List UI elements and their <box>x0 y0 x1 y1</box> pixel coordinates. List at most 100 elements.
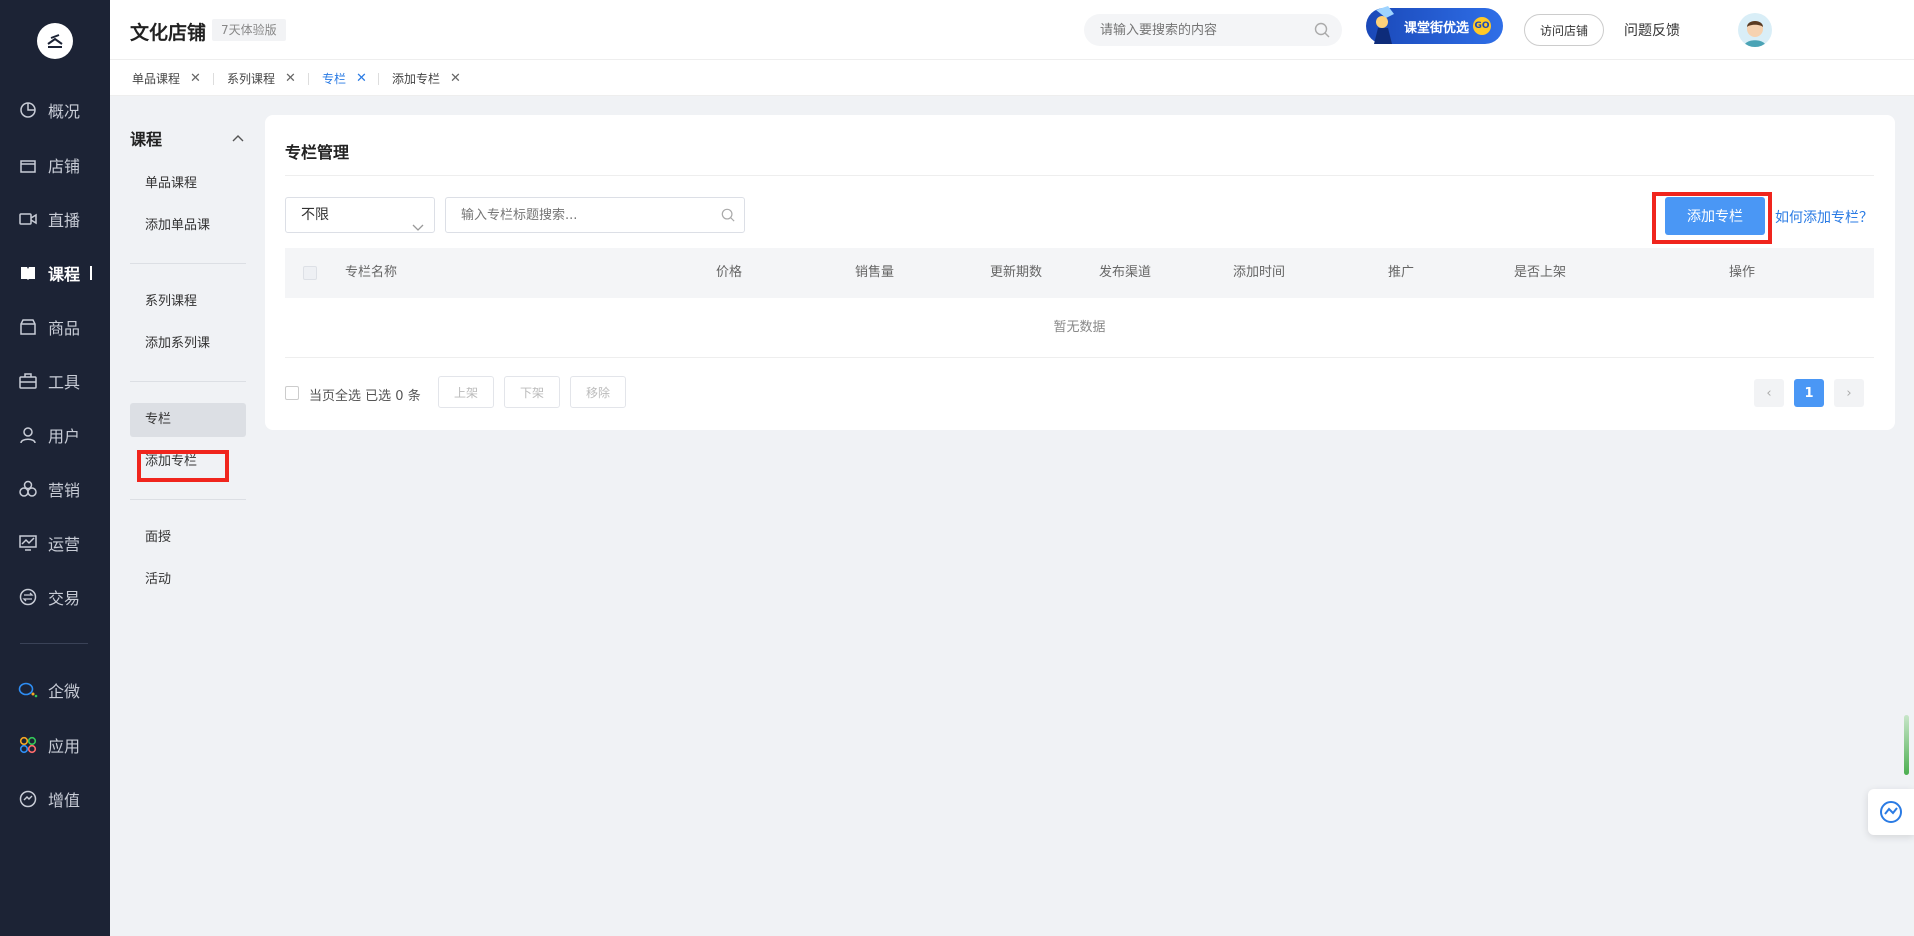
selected-count: 已选 0 条 <box>365 389 421 404</box>
subnav-item-series-course[interactable]: 系列课程 <box>130 285 246 319</box>
nav-item-overview[interactable]: 概况 <box>0 83 110 137</box>
nav-label: 课程 <box>48 265 81 284</box>
customer-service-button[interactable] <box>1868 789 1914 835</box>
toolbox-icon <box>18 371 38 391</box>
column-management-card: 专栏管理 不限 添加专栏 如何添加专栏？ 专栏名称 价格 销售量 更新期数 发布… <box>265 115 1895 430</box>
nav-label: 用户 <box>48 427 81 446</box>
monitor-chart-icon <box>18 533 38 553</box>
remove-button[interactable]: 移除 <box>570 376 626 408</box>
nav-label: 运营 <box>48 535 81 554</box>
nav-label: 交易 <box>48 589 81 608</box>
page-number[interactable]: 1 <box>1794 379 1824 407</box>
nav-label: 营销 <box>48 481 81 500</box>
tab-single-course[interactable]: 单品课程 ✕ <box>132 60 201 96</box>
feedback-link[interactable]: 问题反馈 <box>1624 20 1680 40</box>
search-icon[interactable] <box>1314 22 1330 42</box>
nav-item-trade[interactable]: 交易 <box>0 570 110 624</box>
course-subnav: 课程 单品课程 添加单品课 系列课程 添加系列课 专栏 添加专栏 面授 活动 <box>110 96 255 936</box>
column-header: 销售量 <box>855 265 895 280</box>
nav-item-live[interactable]: 直播 <box>0 192 110 246</box>
tab-label: 系列课程 <box>227 71 276 86</box>
nav-item-operations[interactable]: 运营 <box>0 516 110 570</box>
chevron-up-icon[interactable] <box>232 130 244 146</box>
nav-label: 店铺 <box>48 157 81 176</box>
tab-series-course[interactable]: 系列课程 ✕ <box>227 60 296 96</box>
close-icon[interactable]: ✕ <box>356 71 367 86</box>
logo-icon <box>47 34 63 48</box>
close-icon[interactable]: ✕ <box>450 71 461 86</box>
column-header: 推广 <box>1388 265 1415 280</box>
nav-divider <box>20 643 88 644</box>
open-tabs: 单品课程 ✕ 系列课程 ✕ 专栏 ✕ 添加专栏 ✕ <box>110 60 1914 96</box>
video-camera-icon <box>18 209 38 229</box>
subnav-item-add-single-course[interactable]: 添加单品课 <box>130 209 246 243</box>
subnav-item-activity[interactable]: 活动 <box>130 563 246 597</box>
tab-add-column[interactable]: 添加专栏 ✕ <box>392 60 461 96</box>
subnav-item-offline[interactable]: 面授 <box>130 521 246 555</box>
promo-banner[interactable]: 课堂街优选 GO <box>1366 6 1503 44</box>
close-icon[interactable]: ✕ <box>285 71 296 86</box>
column-search-input[interactable] <box>446 198 706 232</box>
avatar[interactable] <box>1738 13 1772 47</box>
nav-item-users[interactable]: 用户 <box>0 408 110 462</box>
tab-label: 添加专栏 <box>392 71 441 86</box>
trial-badge: 7天体验版 <box>212 19 286 41</box>
search-icon[interactable] <box>721 208 735 226</box>
tab-divider <box>308 73 309 85</box>
nav-label: 增值 <box>48 791 81 810</box>
subnav-item-column[interactable]: 专栏 <box>130 403 246 437</box>
nav-item-value-added[interactable]: 增值 <box>0 772 110 826</box>
nav-item-course[interactable]: 课程 <box>0 246 110 300</box>
how-to-add-column-link[interactable]: 如何添加专栏？ <box>1775 207 1873 227</box>
highlight-box-subnav-add-column <box>137 450 229 482</box>
header-checkbox[interactable] <box>303 266 317 280</box>
subnav-item-single-course[interactable]: 单品课程 <box>130 167 246 201</box>
main-navigation: 概况 店铺 直播 课程 商品 工具 用户 营销 运营 交易 企微 应用 增值 <box>0 0 110 936</box>
nav-item-store[interactable]: 店铺 <box>0 138 110 192</box>
chevron-down-icon <box>412 211 424 245</box>
exchange-icon <box>18 587 38 607</box>
select-value: 不限 <box>301 207 329 223</box>
promo-label: 课堂街优选 <box>1404 20 1470 36</box>
column-header: 更新期数 <box>990 265 1043 280</box>
table-header: 专栏名称 价格 销售量 更新期数 发布渠道 添加时间 推广 是否上架 操作 <box>285 248 1874 298</box>
nav-item-goods[interactable]: 商品 <box>0 300 110 354</box>
select-all-label[interactable]: 当页全选 <box>309 389 361 404</box>
tab-divider <box>213 73 214 85</box>
nav-item-apps[interactable]: 应用 <box>0 718 110 772</box>
subnav-title: 课程 <box>130 130 163 149</box>
column-search <box>445 197 745 233</box>
tab-label: 专栏 <box>322 71 347 86</box>
status-filter-select[interactable]: 不限 <box>285 197 435 233</box>
nav-item-wecom[interactable]: 企微 <box>0 663 110 717</box>
unpublish-button[interactable]: 下架 <box>504 376 560 408</box>
selection-summary: 当页全选 已选 0 条 <box>309 385 421 404</box>
store-icon <box>18 155 38 175</box>
title-divider <box>285 175 1874 176</box>
subnav-item-add-series-course[interactable]: 添加系列课 <box>130 327 246 361</box>
nav-label: 商品 <box>48 319 81 338</box>
column-header: 操作 <box>1729 265 1756 280</box>
nav-item-tools[interactable]: 工具 <box>0 354 110 408</box>
subnav-divider <box>130 381 246 382</box>
column-header: 添加时间 <box>1233 265 1286 280</box>
service-icon <box>1880 801 1902 823</box>
global-search-input[interactable] <box>1084 14 1294 46</box>
scroll-indicator[interactable] <box>1904 715 1909 775</box>
column-header: 专栏名称 <box>345 265 398 280</box>
select-all-checkbox[interactable] <box>285 386 299 400</box>
next-page-button[interactable]: › <box>1834 379 1864 407</box>
close-icon[interactable]: ✕ <box>190 71 201 86</box>
nav-item-marketing[interactable]: 营销 <box>0 462 110 516</box>
prev-page-button[interactable]: ‹ <box>1754 379 1784 407</box>
nav-label: 概况 <box>48 102 81 121</box>
nav-label: 应用 <box>48 737 81 756</box>
book-icon <box>18 263 38 283</box>
top-header: 文化店铺 7天体验版 课堂街优选 GO 访问店铺 问题反馈 <box>110 0 1914 60</box>
publish-button[interactable]: 上架 <box>438 376 494 408</box>
empty-state: 暂无数据 <box>285 298 1874 358</box>
tab-column[interactable]: 专栏 ✕ <box>322 60 367 96</box>
subnav-divider <box>130 263 246 264</box>
visit-store-button[interactable]: 访问店铺 <box>1524 14 1604 46</box>
app-logo[interactable] <box>37 23 73 59</box>
